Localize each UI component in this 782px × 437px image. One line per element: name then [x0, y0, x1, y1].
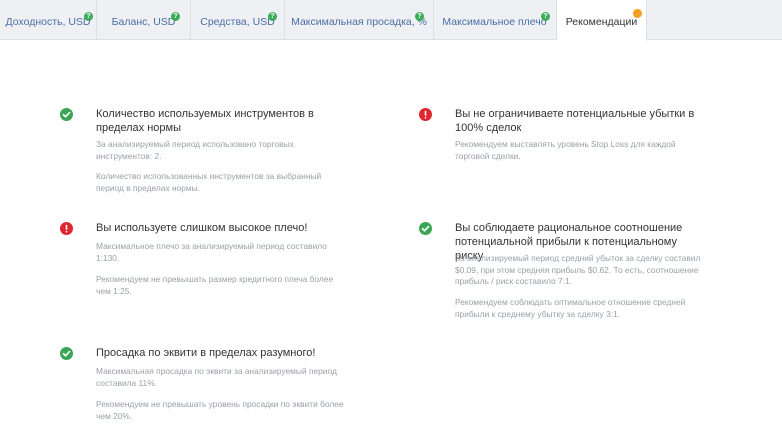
recommendation-text: За анализируемый период использовано тор…: [96, 139, 294, 161]
tab-equity[interactable]: Средства, USD ?: [191, 0, 284, 40]
tab-label: Доходность, USD: [5, 16, 91, 28]
notification-dot-icon: [633, 9, 642, 18]
recommendation-text: Количество использованных инструментов з…: [96, 171, 322, 193]
tab-max-leverage[interactable]: Максимальное плечо ?: [434, 0, 555, 40]
tab-label: Баланс, USD: [111, 16, 176, 28]
tab-label: Рекомендации: [565, 16, 638, 28]
recommendation-text: Максимальная просадка по эквити за анали…: [96, 366, 337, 388]
tab-label: Максимальное плечо: [442, 16, 547, 28]
recommendation-title: Вы не ограничиваете потенциальные убытки…: [455, 108, 695, 134]
tab-bar: Доходность, USD ? Баланс, USD ? Средства…: [0, 0, 782, 41]
tab-label: Максимальная просадка, %: [291, 16, 427, 28]
help-icon[interactable]: ?: [541, 12, 550, 21]
check-circle-icon: [60, 347, 73, 360]
tab-profitability[interactable]: Доходность, USD ?: [0, 0, 96, 40]
recommendation-title: Вы используете слишком высокое плечо!: [96, 222, 308, 234]
help-icon[interactable]: ?: [171, 12, 180, 21]
help-icon[interactable]: ?: [415, 12, 424, 21]
alert-circle-icon: [60, 222, 73, 235]
recommendation-title: Количество используемых инструментов в п…: [96, 108, 314, 134]
recommendation-text: Рекомендуем не превышать уровень просадк…: [96, 399, 344, 421]
alert-circle-icon: [419, 108, 432, 121]
recommendation-text: За анализируемый период средний убыток з…: [455, 253, 701, 286]
recommendation-text: Рекомендуем соблюдать оптимальное отноше…: [455, 297, 686, 319]
help-icon[interactable]: ?: [268, 12, 277, 21]
help-icon[interactable]: ?: [84, 12, 93, 21]
recommendation-title: Просадка по эквити в пределах разумного!: [96, 347, 316, 359]
tab-recommendations[interactable]: Рекомендации: [556, 0, 647, 41]
check-circle-icon: [419, 222, 432, 235]
tab-balance[interactable]: Баланс, USD ?: [97, 0, 190, 40]
recommendation-text: Рекомендуем выставлять уровень Stop Loss…: [455, 139, 676, 161]
recommendation-text: Рекомендуем не превышать размер кредитно…: [96, 274, 334, 296]
recommendation-text: Максимальное плечо за анализируемый пери…: [96, 241, 327, 263]
tab-max-drawdown[interactable]: Максимальная просадка, % ?: [285, 0, 433, 40]
tab-label: Средства, USD: [200, 16, 275, 28]
check-circle-icon: [60, 108, 73, 121]
